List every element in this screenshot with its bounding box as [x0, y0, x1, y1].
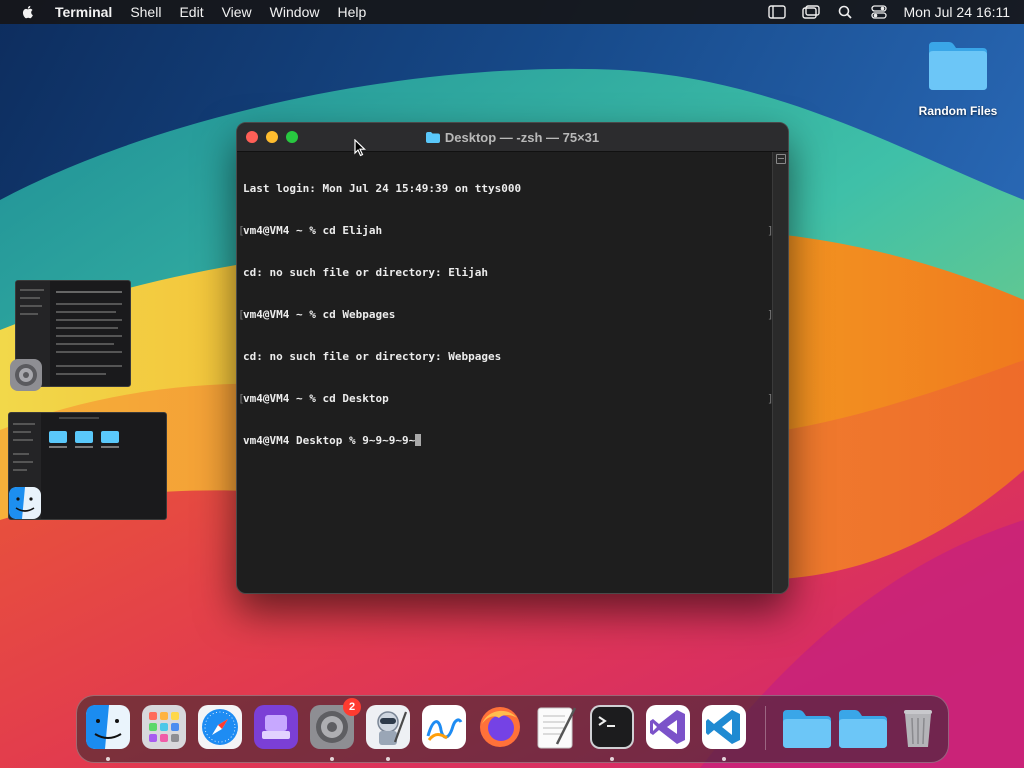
- menu-app-terminal[interactable]: Terminal: [46, 0, 121, 24]
- finder-thumb-icon: [8, 486, 42, 520]
- terminal-line-text: Last login: Mon Jul 24 15:49:39 on ttys0…: [243, 182, 522, 195]
- trash-icon: [904, 710, 932, 747]
- spotlight-search-icon[interactable]: [835, 4, 855, 20]
- visual-studio-icon: [646, 705, 690, 749]
- terminal-output[interactable]: Last login: Mon Jul 24 15:49:39 on ttys0…: [237, 152, 778, 593]
- folder-icon: [927, 38, 989, 92]
- folder-icon: [425, 131, 440, 143]
- terminal-line: [vm4@VM4 ~ % cd Elijah]: [238, 224, 778, 238]
- terminal-line: [vm4@VM4 ~ % cd Desktop]: [238, 392, 778, 406]
- terminal-titlebar[interactable]: Desktop — -zsh — 75×31: [237, 123, 788, 152]
- terminal-prompt-line[interactable]: vm4@VM4 Desktop % 9~9~9~9~: [243, 434, 778, 448]
- folder-icon: [839, 710, 887, 748]
- folder-icon: [783, 710, 831, 748]
- menu-clock[interactable]: Mon Jul 24 16:11: [904, 4, 1010, 20]
- line-mark-left: [: [238, 224, 245, 237]
- textedit-icon: [537, 707, 577, 749]
- safari-icon: [198, 705, 242, 749]
- automator-icon: [366, 705, 410, 749]
- dock-terminal[interactable]: [589, 704, 635, 750]
- split-pane-icon[interactable]: [776, 154, 786, 164]
- dock: 2: [76, 695, 949, 763]
- running-indicator: [386, 757, 390, 761]
- running-indicator: [330, 757, 334, 761]
- desktop-folder-label: Random Files: [918, 104, 998, 118]
- terminal-icon: [590, 705, 634, 749]
- notification-badge: 2: [343, 698, 361, 716]
- dock-finder[interactable]: [85, 704, 131, 750]
- dock-folder-2[interactable]: [837, 704, 889, 750]
- launchpad-icon: [142, 705, 186, 749]
- dock-folder-1[interactable]: [781, 704, 833, 750]
- line-mark-left: [: [238, 392, 245, 405]
- terminal-line: cd: no such file or directory: Elijah: [243, 266, 778, 280]
- screen-mirroring-icon[interactable]: [801, 4, 821, 20]
- terminal-line-text: cd: no such file or directory: Elijah: [243, 266, 489, 279]
- running-indicator: [106, 757, 110, 761]
- terminal-line-text: vm4@VM4 ~ % cd Webpages: [243, 308, 396, 321]
- vscode-icon: [702, 705, 746, 749]
- dock-system-settings[interactable]: 2: [309, 698, 361, 750]
- clock-date: Mon Jul 24: [903, 4, 972, 20]
- terminal-line: [vm4@VM4 ~ % cd Webpages]: [238, 308, 778, 322]
- stage-manager-icon[interactable]: [767, 4, 787, 20]
- apple-menu-icon[interactable]: [20, 4, 36, 20]
- terminal-title-text: Desktop — -zsh — 75×31: [444, 129, 600, 145]
- desktop-folder-random-files[interactable]: Random Files: [912, 38, 1004, 118]
- running-indicator: [722, 757, 726, 761]
- dock-freeform[interactable]: [421, 704, 467, 750]
- dock-automator[interactable]: [365, 704, 411, 750]
- dock-textedit[interactable]: [533, 704, 579, 750]
- dock-podcasts-app[interactable]: [253, 704, 299, 750]
- podcasts-app-icon: [254, 705, 298, 749]
- menu-bar: Terminal Shell Edit View Window Help Mon…: [0, 0, 1024, 24]
- dock-firefox[interactable]: [477, 704, 523, 750]
- terminal-line-text: cd: no such file or directory: Webpages: [243, 350, 502, 363]
- control-center-icon[interactable]: [869, 4, 889, 20]
- terminal-scrollbar[interactable]: [772, 152, 788, 593]
- freeform-icon: [422, 705, 466, 749]
- running-indicator: [610, 757, 614, 761]
- terminal-line: Last login: Mon Jul 24 15:49:39 on ttys0…: [243, 182, 778, 196]
- terminal-line: cd: no such file or directory: Webpages: [243, 350, 778, 364]
- mouse-pointer-icon: [354, 138, 366, 162]
- finder-icon: [86, 705, 130, 749]
- terminal-line-text: vm4@VM4 ~ % cd Desktop: [243, 392, 389, 405]
- firefox-icon: [480, 707, 520, 747]
- clock-time: 16:11: [976, 4, 1010, 20]
- text-cursor: [415, 434, 422, 446]
- dock-launchpad[interactable]: [141, 704, 187, 750]
- terminal-line-text: vm4@VM4 ~ % cd Elijah: [243, 224, 383, 237]
- menu-edit[interactable]: Edit: [170, 0, 212, 24]
- terminal-title: Desktop — -zsh — 75×31: [237, 123, 788, 151]
- menu-view[interactable]: View: [213, 0, 261, 24]
- line-mark-left: [: [238, 308, 245, 321]
- dock-separator: [765, 706, 766, 750]
- menu-help[interactable]: Help: [328, 0, 375, 24]
- dock-trash[interactable]: [895, 704, 941, 750]
- terminal-prompt-text: vm4@VM4 Desktop % 9~9~9~9~: [243, 434, 416, 447]
- menu-window[interactable]: Window: [261, 0, 329, 24]
- terminal-window[interactable]: Desktop — -zsh — 75×31 Last login: Mon J…: [236, 122, 789, 594]
- menu-shell[interactable]: Shell: [121, 0, 170, 24]
- dock-vscode[interactable]: [701, 704, 747, 750]
- system-settings-thumb-icon: [9, 358, 43, 392]
- dock-visual-studio[interactable]: [645, 704, 691, 750]
- dock-safari[interactable]: [197, 704, 243, 750]
